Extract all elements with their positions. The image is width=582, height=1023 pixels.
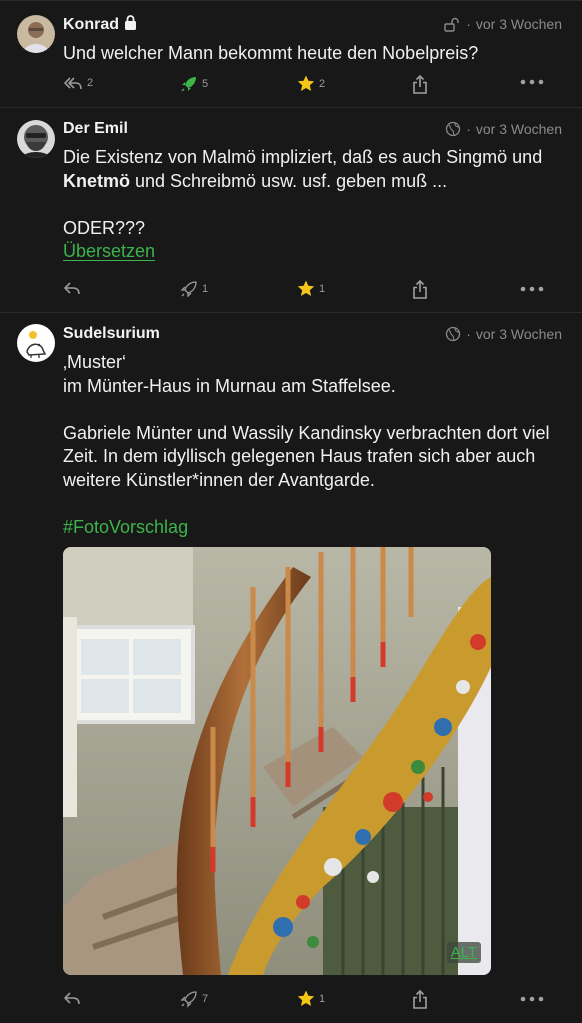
post-meta: · vor 3 Wochen [445, 121, 562, 137]
more-icon [520, 79, 544, 85]
post-time[interactable]: vor 3 Wochen [476, 121, 562, 137]
boost-button[interactable]: 7 [180, 990, 208, 1008]
rocket-icon [180, 990, 198, 1008]
favourite-button[interactable]: 1 [297, 280, 325, 297]
fav-count: 1 [319, 992, 326, 1005]
more-button[interactable] [520, 79, 544, 85]
avatar[interactable] [17, 120, 55, 158]
share-icon [412, 280, 428, 299]
more-button[interactable] [520, 996, 544, 1002]
post-time[interactable]: vor 3 Wochen [476, 326, 562, 342]
unlock-icon [444, 17, 461, 32]
lock-icon [124, 15, 137, 35]
boost-count: 5 [202, 78, 209, 90]
action-bar: 7 1 [0, 990, 582, 1014]
post-text-line2: im Münter-Haus in Murnau am Staffelsee. [63, 375, 396, 396]
alt-text-badge[interactable]: ALT [446, 942, 481, 963]
share-button[interactable] [412, 990, 428, 1009]
post-text: Und welcher Mann bekommt heute den Nobel… [63, 43, 479, 63]
reply-button[interactable] [63, 280, 81, 296]
post-content: Die Existenz von Malmö impliziert, daß e… [63, 146, 563, 264]
star-icon [297, 75, 315, 92]
boost-button[interactable]: 1 [180, 280, 208, 298]
post-text-para2: Gabriele Münter und Wassily Kandinsky ve… [63, 422, 550, 490]
post-sudelsurium[interactable]: Sudelsurium · vor 3 Wochen ‚Muster‘ im M… [0, 313, 582, 1023]
post-text-line1: ‚Muster‘ [63, 352, 127, 372]
more-icon [520, 286, 544, 292]
reply-button[interactable] [63, 990, 81, 1006]
share-icon [412, 75, 428, 94]
more-icon [520, 996, 544, 1002]
favourite-button[interactable]: 1 [297, 990, 325, 1007]
fav-count: 1 [319, 282, 326, 295]
boost-count: 7 [202, 993, 209, 1005]
action-bar: 1 1 [0, 280, 582, 304]
staircase-photo [63, 547, 491, 975]
globe-icon [445, 326, 461, 342]
share-button[interactable] [412, 75, 428, 94]
post-der-emil[interactable]: Der Emil · vor 3 Wochen Die Existenz von… [0, 108, 582, 313]
star-icon [297, 280, 315, 297]
hashtag-link[interactable]: #FotoVorschlag [63, 517, 188, 537]
rocket-icon [180, 75, 198, 93]
reply-count: 2 [87, 77, 94, 89]
author-name[interactable]: Der Emil [63, 120, 128, 138]
author-name-row[interactable]: Der Emil [63, 120, 128, 138]
star-icon [297, 990, 315, 1007]
post-text: Die Existenz von Malmö impliziert, daß e… [63, 147, 543, 191]
author-name-row[interactable]: Sudelsurium [63, 325, 160, 343]
author-name[interactable]: Konrad [63, 16, 119, 34]
reply-button[interactable]: 2 [63, 75, 93, 91]
rocket-icon [180, 280, 198, 298]
boost-count: 1 [202, 283, 209, 295]
reply-icon [63, 280, 81, 296]
media-image[interactable]: ALT [63, 547, 491, 975]
avatar[interactable] [17, 15, 55, 53]
globe-icon [445, 121, 461, 137]
reply-icon [63, 990, 81, 1006]
post-meta: · vor 3 Wochen [444, 16, 562, 32]
reply-all-icon [63, 75, 83, 91]
share-icon [412, 990, 428, 1009]
author-name-row[interactable]: Konrad [63, 15, 137, 35]
action-bar: 2 5 2 [0, 75, 582, 99]
share-button[interactable] [412, 280, 428, 299]
translate-link[interactable]: Übersetzen [63, 241, 155, 261]
boost-button[interactable]: 5 [180, 75, 208, 93]
post-meta: · vor 3 Wochen [445, 326, 562, 342]
avatar[interactable] [17, 324, 55, 362]
favourite-button[interactable]: 2 [297, 75, 325, 92]
author-name[interactable]: Sudelsurium [63, 325, 160, 343]
post-time[interactable]: vor 3 Wochen [476, 16, 562, 32]
post-content: Und welcher Mann bekommt heute den Nobel… [63, 42, 563, 66]
fav-count: 2 [319, 77, 326, 90]
more-button[interactable] [520, 286, 544, 292]
post-text-line2: ODER??? [63, 217, 146, 238]
post-konrad[interactable]: Konrad · vor 3 Wochen Und welcher Mann b… [0, 0, 582, 108]
post-content: ‚Muster‘ im Münter-Haus in Murnau am Sta… [63, 351, 563, 539]
